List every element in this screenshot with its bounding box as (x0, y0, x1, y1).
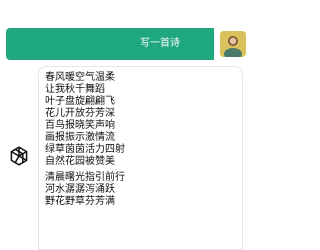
poem-line: 自然花园被赞美 (45, 156, 115, 167)
poem-line: 野花野草芬芳满 (45, 196, 115, 207)
poem-line: 绿草茵茵活力四射 (45, 144, 125, 155)
poem-line: 河水潺潺泻涌跃 (45, 184, 115, 195)
assistant-message-text: 春风暖空气温柔 让我秋千舞蹈 叶子盘旋翩翩飞 花儿开放芬芳深 百鸟报晓笑声响 画… (45, 72, 125, 208)
poem-line: 清晨曙光指引前行 (45, 172, 125, 183)
chat-window: 写一首诗 春风暖空气温柔 让我秋千舞蹈 叶子盘旋翩翩飞 花儿开放芬芳深 百鸟报晓… (0, 0, 250, 250)
conversation: 写一首诗 春风暖空气温柔 让我秋千舞蹈 叶子盘旋翩翩飞 花儿开放芬芳深 百鸟报晓… (0, 0, 250, 250)
user-message-bubble: 写一首诗 (6, 28, 214, 60)
poem-line: 画报振示激情流 (45, 132, 115, 143)
poem-line: 叶子盘旋翩翩飞 (45, 96, 115, 107)
poem-line: 让我秋千舞蹈 (45, 84, 105, 95)
poem-line: 花儿开放芬芳深 (45, 108, 115, 119)
user-avatar[interactable] (220, 31, 246, 57)
assistant-message-row (0, 66, 250, 250)
openai-logo-icon (10, 146, 28, 166)
user-message-text: 写一首诗 (140, 38, 180, 49)
person-icon (220, 31, 246, 57)
user-message-row: 写一首诗 (6, 28, 250, 60)
poem-line: 百鸟报晓笑声响 (45, 120, 115, 131)
poem-line: 春风暖空气温柔 (45, 72, 115, 83)
